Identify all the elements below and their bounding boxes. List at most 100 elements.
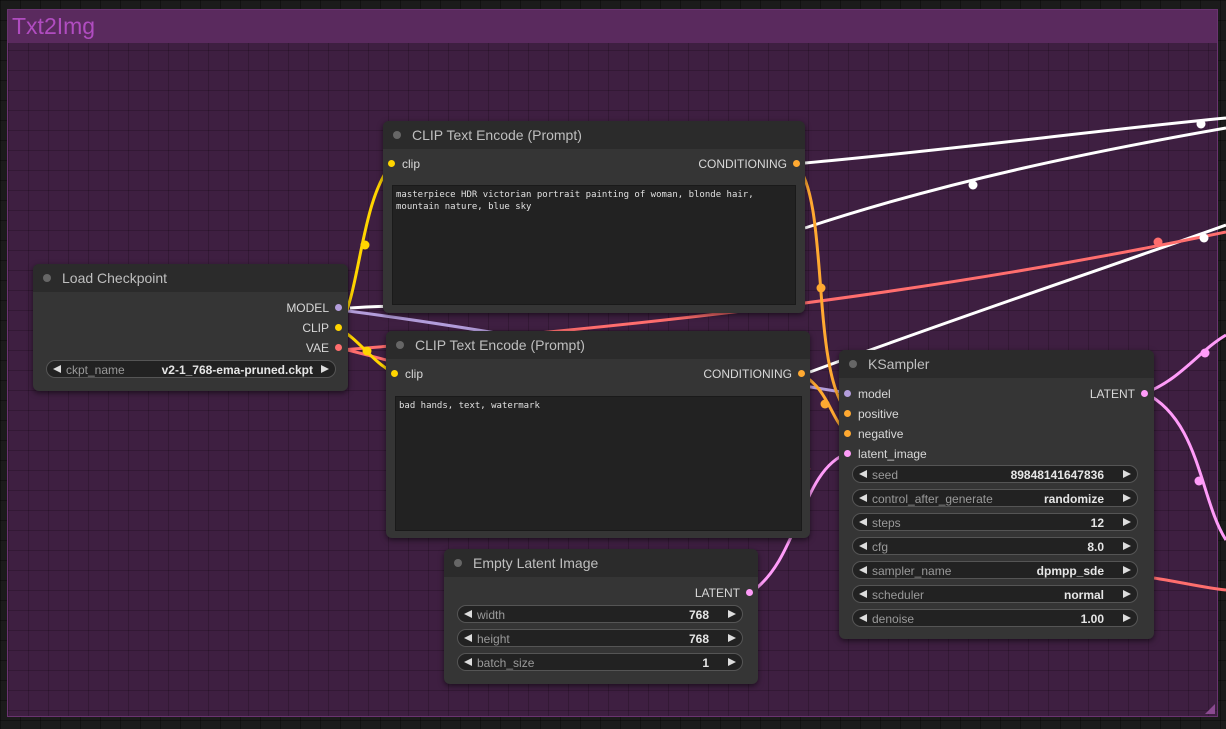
- decrement-arrow-icon[interactable]: [859, 566, 867, 574]
- output-label: LATENT: [694, 586, 740, 600]
- input-latent-image[interactable]: latent_image: [844, 447, 927, 461]
- widget-seed[interactable]: seed 89848141647836: [852, 465, 1138, 483]
- decrement-arrow-icon[interactable]: [53, 365, 61, 373]
- increment-arrow-icon[interactable]: [1123, 470, 1131, 478]
- collapse-dot-icon[interactable]: [849, 360, 857, 368]
- input-label: model: [858, 387, 891, 401]
- widget-label: seed: [872, 468, 899, 482]
- output-pin-icon[interactable]: [335, 304, 342, 311]
- node-title-bar[interactable]: Load Checkpoint: [33, 264, 348, 292]
- widget-sampler-name[interactable]: sampler_name dpmpp_sde: [852, 561, 1138, 579]
- decrement-arrow-icon[interactable]: [859, 470, 867, 478]
- widget-value: 1: [702, 656, 709, 670]
- widget-value: 89848141647836: [1010, 468, 1104, 482]
- input-pin-icon[interactable]: [388, 160, 395, 167]
- node-title-bar[interactable]: Empty Latent Image: [444, 549, 758, 577]
- output-pin-icon[interactable]: [793, 160, 800, 167]
- node-title-bar[interactable]: CLIP Text Encode (Prompt): [386, 331, 810, 359]
- input-pin-icon[interactable]: [844, 450, 851, 457]
- output-pin-icon[interactable]: [746, 589, 753, 596]
- input-pin-icon[interactable]: [844, 430, 851, 437]
- widget-control-after-generate[interactable]: control_after_generate randomize: [852, 489, 1138, 507]
- output-vae[interactable]: VAE: [306, 341, 342, 355]
- output-clip[interactable]: CLIP: [302, 321, 342, 335]
- input-label: negative: [858, 427, 904, 441]
- widget-label: ckpt_name: [66, 363, 125, 377]
- decrement-arrow-icon[interactable]: [859, 518, 867, 526]
- collapse-dot-icon[interactable]: [396, 341, 404, 349]
- input-label: latent_image: [858, 447, 927, 461]
- prompt-textarea[interactable]: bad hands, text, watermark: [395, 396, 802, 531]
- decrement-arrow-icon[interactable]: [859, 542, 867, 550]
- widget-denoise[interactable]: denoise 1.00: [852, 609, 1138, 627]
- increment-arrow-icon[interactable]: [1123, 494, 1131, 502]
- decrement-arrow-icon[interactable]: [464, 610, 472, 618]
- node-title: Load Checkpoint: [62, 270, 168, 286]
- input-clip[interactable]: clip: [391, 367, 423, 381]
- output-pin-icon[interactable]: [335, 344, 342, 351]
- decrement-arrow-icon[interactable]: [859, 590, 867, 598]
- widget-label: steps: [872, 516, 901, 530]
- output-conditioning[interactable]: CONDITIONING: [698, 157, 800, 171]
- group-resize-handle[interactable]: [1205, 704, 1215, 714]
- increment-arrow-icon[interactable]: [728, 610, 736, 618]
- output-latent[interactable]: LATENT: [1090, 387, 1148, 401]
- widget-height[interactable]: height 768: [457, 629, 743, 647]
- widget-label: batch_size: [477, 656, 535, 670]
- widget-label: cfg: [872, 540, 889, 554]
- decrement-arrow-icon[interactable]: [464, 634, 472, 642]
- decrement-arrow-icon[interactable]: [859, 614, 867, 622]
- node-clip-text-encode-negative[interactable]: CLIP Text Encode (Prompt) clip CONDITION…: [386, 331, 810, 538]
- output-label: LATENT: [1089, 387, 1135, 401]
- input-negative[interactable]: negative: [844, 427, 903, 441]
- widget-cfg[interactable]: cfg 8.0: [852, 537, 1138, 555]
- output-latent[interactable]: LATENT: [695, 586, 753, 600]
- output-pin-icon[interactable]: [1141, 390, 1148, 397]
- output-pin-icon[interactable]: [335, 324, 342, 331]
- node-clip-text-encode-positive[interactable]: CLIP Text Encode (Prompt) clip CONDITION…: [383, 121, 805, 313]
- widget-label: height: [477, 632, 510, 646]
- group-header[interactable]: Txt2Img: [8, 10, 1217, 43]
- widget-label: sampler_name: [872, 564, 952, 578]
- decrement-arrow-icon[interactable]: [859, 494, 867, 502]
- input-label: clip: [402, 157, 421, 171]
- increment-arrow-icon[interactable]: [1123, 542, 1131, 550]
- node-title-bar[interactable]: KSampler: [839, 350, 1154, 378]
- output-label: CONDITIONING: [703, 367, 792, 381]
- widget-value: 768: [688, 608, 709, 622]
- increment-arrow-icon[interactable]: [321, 365, 329, 373]
- input-pin-icon[interactable]: [844, 410, 851, 417]
- increment-arrow-icon[interactable]: [1123, 590, 1131, 598]
- widget-scheduler[interactable]: scheduler normal: [852, 585, 1138, 603]
- input-pin-icon[interactable]: [844, 390, 851, 397]
- node-title-bar[interactable]: CLIP Text Encode (Prompt): [383, 121, 805, 149]
- output-pin-icon[interactable]: [798, 370, 805, 377]
- output-conditioning[interactable]: CONDITIONING: [703, 367, 805, 381]
- node-empty-latent-image[interactable]: Empty Latent Image LATENT width 768 heig…: [444, 549, 758, 684]
- input-model[interactable]: model: [844, 387, 891, 401]
- input-pin-icon[interactable]: [391, 370, 398, 377]
- widget-label: width: [477, 608, 506, 622]
- widget-ckpt-name[interactable]: ckpt_name v2-1_768-ema-pruned.ckpt: [46, 360, 336, 378]
- output-model[interactable]: MODEL: [286, 301, 342, 315]
- widget-steps[interactable]: steps 12: [852, 513, 1138, 531]
- node-ksampler[interactable]: KSampler model positive negative latent_…: [839, 350, 1154, 639]
- input-clip[interactable]: clip: [388, 157, 420, 171]
- increment-arrow-icon[interactable]: [728, 634, 736, 642]
- prompt-textarea[interactable]: masterpiece HDR victorian portrait paint…: [392, 185, 796, 305]
- collapse-dot-icon[interactable]: [393, 131, 401, 139]
- collapse-dot-icon[interactable]: [43, 274, 51, 282]
- output-label: CLIP: [302, 321, 329, 335]
- widget-width[interactable]: width 768: [457, 605, 743, 623]
- increment-arrow-icon[interactable]: [1123, 518, 1131, 526]
- node-load-checkpoint[interactable]: Load Checkpoint MODEL CLIP VAE ckpt_name…: [33, 264, 348, 391]
- output-label: VAE: [305, 341, 329, 355]
- increment-arrow-icon[interactable]: [728, 658, 736, 666]
- increment-arrow-icon[interactable]: [1123, 614, 1131, 622]
- input-positive[interactable]: positive: [844, 407, 899, 421]
- collapse-dot-icon[interactable]: [454, 559, 462, 567]
- output-label: MODEL: [286, 301, 329, 315]
- widget-batch-size[interactable]: batch_size 1: [457, 653, 743, 671]
- decrement-arrow-icon[interactable]: [464, 658, 472, 666]
- increment-arrow-icon[interactable]: [1123, 566, 1131, 574]
